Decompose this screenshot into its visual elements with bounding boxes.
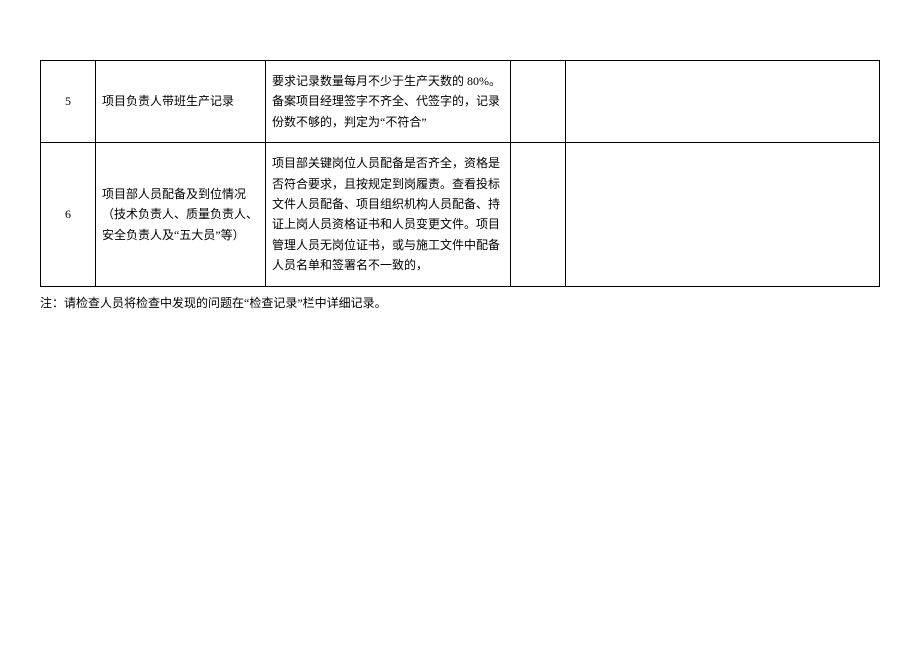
inspection-table: 5 项目负责人带班生产记录 要求记录数量每月不少于生产天数的 80%。备案项目经…	[40, 60, 880, 287]
table-row: 6 项目部人员配备及到位情况（技术负责人、质量负责人、安全负责人及“五大员”等）…	[41, 143, 880, 286]
row-cell-5	[566, 143, 880, 286]
row-item: 项目部人员配备及到位情况（技术负责人、质量负责人、安全负责人及“五大员”等）	[96, 143, 266, 286]
row-cell-5	[566, 61, 880, 143]
row-cell-4	[511, 143, 566, 286]
row-desc: 项目部关键岗位人员配备是否齐全，资格是否符合要求，且按规定到岗履责。查看投标文件…	[266, 143, 511, 286]
row-number: 6	[41, 143, 96, 286]
table-row: 5 项目负责人带班生产记录 要求记录数量每月不少于生产天数的 80%。备案项目经…	[41, 61, 880, 143]
row-number: 5	[41, 61, 96, 143]
footer-note: 注：请检查人员将检查中发现的问题在“检查记录”栏中详细记录。	[40, 293, 880, 313]
row-desc: 要求记录数量每月不少于生产天数的 80%。备案项目经理签字不齐全、代签字的，记录…	[266, 61, 511, 143]
row-cell-4	[511, 61, 566, 143]
row-item: 项目负责人带班生产记录	[96, 61, 266, 143]
